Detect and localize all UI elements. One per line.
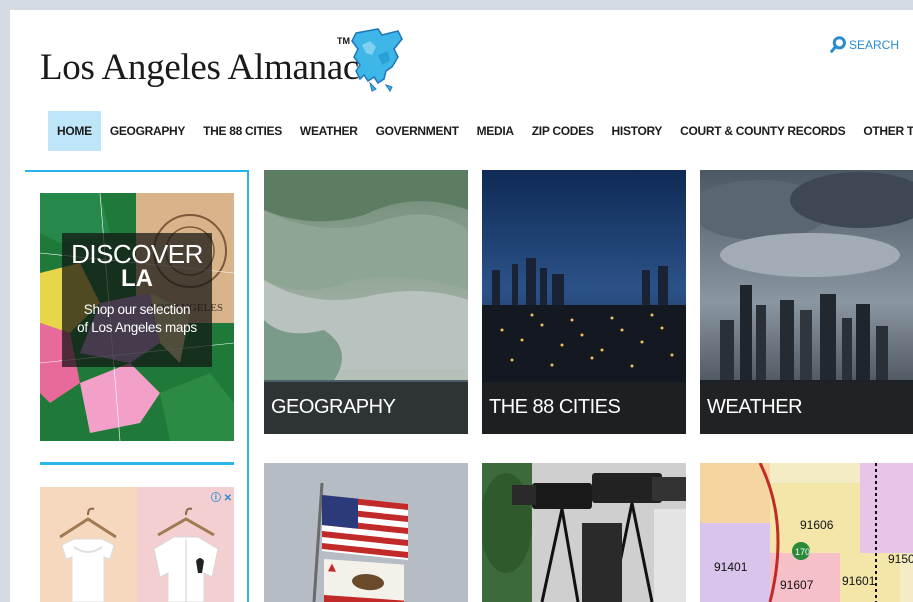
discover-title: DISCOVER (71, 239, 203, 269)
page: Los Angeles Almanac TM SEARCH HOME GEOGR… (10, 10, 913, 602)
nav-other-topics[interactable]: OTHER TOPICS (854, 111, 913, 151)
svg-text:91607: 91607 (780, 578, 814, 592)
tile-weather-label: WEATHER (700, 382, 913, 434)
site-title[interactable]: Los Angeles Almanac (40, 46, 359, 89)
svg-text:170: 170 (795, 547, 810, 557)
nav-history[interactable]: HISTORY (603, 111, 672, 151)
map-shop-ad[interactable]: LOS ANGELES DISCOVER LA Shop our selecti… (40, 193, 234, 441)
nav-government[interactable]: GOVERNMENT (367, 111, 468, 151)
tile-88-cities-label: THE 88 CITIES (482, 382, 686, 434)
clothing-ad[interactable]: ⓘ ✕ (40, 487, 234, 602)
tile-government[interactable] (264, 463, 468, 602)
tile-geography-label: GEOGRAPHY (264, 382, 468, 434)
nav-zip-codes[interactable]: ZIP CODES (523, 111, 603, 151)
nav-court-county-records[interactable]: COURT & COUNTY RECORDS (671, 111, 854, 151)
media-cameras-image (482, 463, 686, 602)
nav-media[interactable]: MEDIA (468, 111, 523, 151)
tile-weather[interactable]: WEATHER (700, 170, 913, 434)
search-button[interactable]: SEARCH (830, 36, 899, 53)
svg-text:91601: 91601 (842, 574, 876, 588)
ad-choices-icon[interactable]: ⓘ ✕ (211, 489, 232, 504)
nav-home[interactable]: HOME (48, 111, 101, 151)
discover-subtitle: LA (121, 265, 153, 292)
la-county-logo-icon[interactable] (348, 27, 404, 93)
discover-line-2: of Los Angeles maps (77, 320, 197, 335)
tile-geography[interactable]: GEOGRAPHY (264, 170, 468, 434)
svg-text:91606: 91606 (800, 518, 834, 532)
shirt-ad-image (40, 487, 234, 602)
zip-code-map-image: 170 91606 91401 91601 91607 9150 (700, 463, 913, 602)
discover-la-banner: DISCOVER LA Shop our selection of Los An… (62, 233, 212, 367)
tile-zip-codes[interactable]: 170 91606 91401 91601 91607 9150 (700, 463, 913, 602)
discover-line-1: Shop our selection (83, 302, 191, 317)
government-flags-image (264, 463, 468, 602)
search-label: SEARCH (848, 37, 899, 52)
svg-text:91401: 91401 (714, 560, 748, 574)
main-nav: HOME GEOGRAPHY THE 88 CITIES WEATHER GOV… (48, 111, 913, 151)
sidebar-divider (40, 462, 234, 465)
svg-text:9150: 9150 (888, 552, 913, 566)
tile-media[interactable] (482, 463, 686, 602)
tile-88-cities[interactable]: THE 88 CITIES (482, 170, 686, 434)
nav-88-cities[interactable]: THE 88 CITIES (194, 111, 291, 151)
nav-weather[interactable]: WEATHER (291, 111, 367, 151)
search-icon (830, 36, 846, 53)
nav-geography[interactable]: GEOGRAPHY (101, 111, 194, 151)
